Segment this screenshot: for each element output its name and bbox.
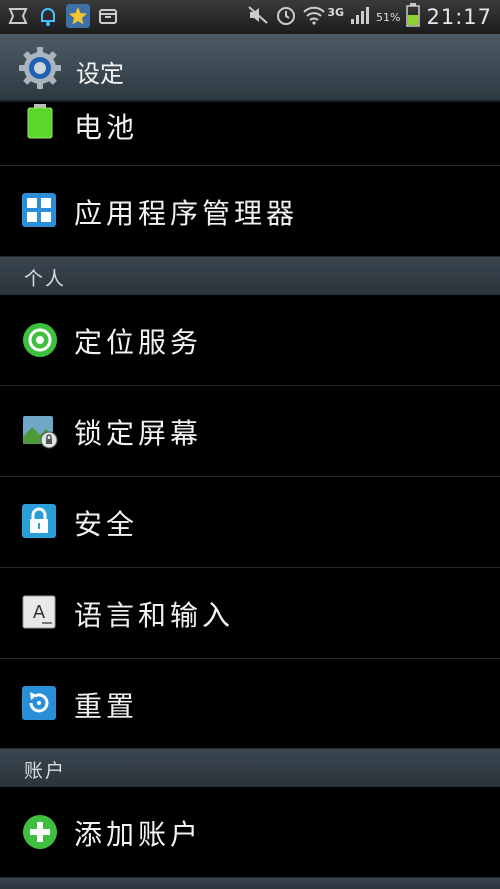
status-bar: 3G 51% 21:17 [0, 0, 500, 34]
battery-icon [406, 3, 421, 31]
mute-icon [247, 5, 269, 29]
keyboard-letter-icon: A [22, 595, 58, 631]
signal-icon [350, 5, 372, 29]
notification-icons [6, 4, 120, 28]
page-title: 设定 [76, 60, 124, 88]
list-item-add-account[interactable]: 添加账户 [0, 787, 500, 878]
add-icon [22, 814, 58, 850]
list-item-security[interactable]: 安全 [0, 477, 500, 568]
list-item-label: 安全 [74, 508, 139, 541]
list-item-label: 定位服务 [74, 326, 203, 359]
list-item-label: 电池 [74, 111, 139, 144]
clock: 21:17 [426, 5, 492, 29]
section-header-label: 个人 [24, 268, 67, 290]
star-icon [66, 4, 90, 28]
network-type: 3G [327, 5, 345, 19]
padlock-icon [22, 504, 58, 540]
messenger-icon [6, 4, 30, 28]
section-header-label: 账户 [24, 760, 67, 782]
location-target-icon [22, 322, 58, 358]
app-grid-icon [22, 193, 58, 229]
list-item-language-input[interactable]: A 语言和输入 [0, 568, 500, 659]
settings-gear-icon[interactable] [18, 46, 62, 90]
list-item-label: 语言和输入 [74, 599, 235, 632]
battery-item-icon [22, 104, 58, 140]
inbox-icon [96, 4, 120, 28]
section-header-personal: 个人 [0, 257, 500, 295]
list-item-reset[interactable]: 重置 [0, 659, 500, 749]
list-item-app-manager[interactable]: 应用程序管理器 [0, 166, 500, 257]
chat-bell-icon [36, 4, 60, 28]
action-bar: 设定 [0, 34, 500, 102]
list-item-battery[interactable]: 电池 [0, 102, 500, 166]
list-item-location[interactable]: 定位服务 [0, 295, 500, 386]
list-item-label: 应用程序管理器 [74, 197, 299, 230]
list-item-label: 添加账户 [74, 818, 203, 851]
svg-text:A: A [33, 602, 46, 623]
list-item-label: 重置 [74, 690, 139, 723]
section-header-accounts: 账户 [0, 749, 500, 787]
section-header-partial [0, 878, 500, 889]
reset-arrow-icon [22, 686, 58, 722]
battery-percent: 51% [376, 10, 401, 24]
list-item-lock-screen[interactable]: 锁定屏幕 [0, 386, 500, 477]
alarm-icon [275, 4, 297, 30]
list-item-label: 锁定屏幕 [74, 417, 203, 450]
lock-screen-icon [22, 413, 58, 449]
wifi-icon [303, 5, 326, 29]
system-indicators: 3G 51% 21:17 [247, 3, 492, 31]
